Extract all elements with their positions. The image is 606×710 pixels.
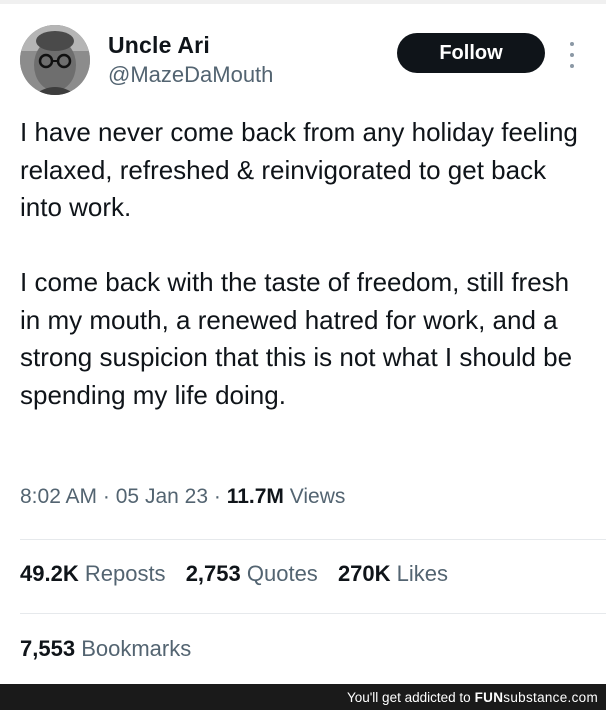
reposts-stat[interactable]: 49.2K Reposts bbox=[20, 561, 166, 586]
tweet-meta: 8:02 AM · 05 Jan 23 · 11.7M Views bbox=[20, 485, 345, 509]
likes-count: 270K bbox=[337, 561, 391, 586]
likes-stat[interactable]: 270K Likes bbox=[338, 561, 448, 586]
tweet-body: I have never come back from any holiday … bbox=[20, 114, 590, 414]
views-label: Views bbox=[289, 485, 346, 508]
quotes-label: Quotes bbox=[246, 561, 318, 586]
bookmarks-stat[interactable]: 7,553 Bookmarks bbox=[20, 636, 191, 662]
tweet-time[interactable]: 8:02 AM bbox=[20, 485, 97, 508]
reposts-count: 49.2K bbox=[20, 561, 79, 586]
reposts-label: Reposts bbox=[84, 561, 166, 586]
author-display-name[interactable]: Uncle Ari bbox=[108, 32, 210, 59]
top-border bbox=[0, 0, 606, 4]
tweet-date[interactable]: 05 Jan 23 bbox=[116, 485, 208, 508]
footer-prefix: You'll get addicted to bbox=[346, 689, 471, 705]
avatar-portrait-icon bbox=[20, 25, 90, 95]
tweet-paragraph: I have never come back from any holiday … bbox=[20, 117, 578, 222]
separator-dot: · bbox=[213, 485, 221, 508]
bookmarks-label: Bookmarks bbox=[81, 636, 192, 661]
separator-dot: · bbox=[102, 485, 110, 508]
engagement-stats: 49.2K Reposts 2,753 Quotes 270K Likes bbox=[20, 561, 462, 587]
author-avatar[interactable] bbox=[20, 25, 90, 95]
quotes-count: 2,753 bbox=[185, 561, 241, 586]
likes-label: Likes bbox=[396, 561, 449, 586]
dot-icon bbox=[570, 53, 574, 57]
divider bbox=[20, 539, 606, 540]
quotes-stat[interactable]: 2,753 Quotes bbox=[186, 561, 318, 586]
tweet-paragraph: I come back with the taste of freedom, s… bbox=[20, 267, 573, 410]
dot-icon bbox=[570, 64, 574, 68]
bookmarks-count: 7,553 bbox=[20, 636, 76, 661]
dot-icon bbox=[570, 42, 574, 46]
footer-brand-bold: FUN bbox=[474, 689, 504, 705]
watermark-footer: You'll get addicted to FUN substance.com bbox=[0, 684, 606, 710]
follow-button[interactable]: Follow bbox=[397, 33, 545, 73]
author-handle[interactable]: @MazeDaMouth bbox=[108, 62, 273, 88]
views-count: 11.7M bbox=[226, 485, 284, 508]
divider bbox=[20, 613, 606, 614]
more-options-icon[interactable] bbox=[560, 38, 584, 72]
footer-brand-rest: substance.com bbox=[503, 689, 598, 705]
